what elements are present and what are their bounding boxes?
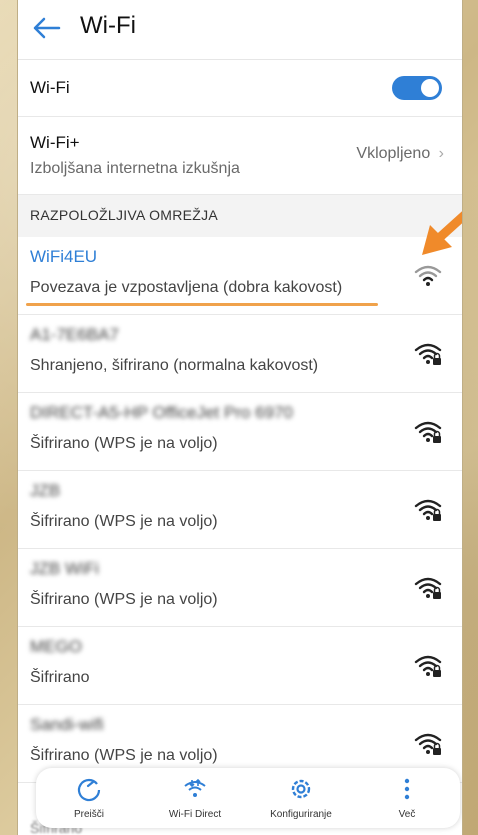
- wifi-toggle[interactable]: [392, 76, 442, 100]
- wifi-locked-icon: [414, 419, 442, 445]
- network-item[interactable]: DIRECT-A5-HP OfficeJet Pro 6970 Šifrirano…: [18, 393, 462, 471]
- refresh-icon: [75, 776, 103, 807]
- network-ssid: A1-7E6BA7: [30, 325, 119, 344]
- network-ssid: WiFi4EU: [30, 247, 98, 266]
- network-status: Shranjeno, šifrirano (normalna kakovost): [30, 357, 319, 374]
- bottom-action-label: Preišči: [73, 809, 104, 820]
- wifi-locked-icon: [414, 731, 442, 757]
- app-bar: Wi-Fi: [18, 0, 462, 60]
- section-title: RAZPOLOŽLJIVA OMREŽJA: [30, 207, 219, 223]
- network-status: Šifrirano (WPS je na voljo): [30, 513, 218, 530]
- wifi-locked-icon: [414, 653, 442, 679]
- more-vertical-icon: [393, 776, 421, 807]
- highlight-underline: [26, 303, 378, 306]
- wifi-locked-icon: [414, 575, 442, 601]
- wifi-plus-subtitle: Izboljšana internetna izkušnja: [30, 160, 240, 177]
- bottom-action-label: Več: [398, 809, 416, 820]
- wifi-plus-row[interactable]: Wi-Fi+ Izboljšana internetna izkušnja Vk…: [18, 117, 462, 195]
- network-item[interactable]: JZB Šifrirano (WPS je na voljo): [18, 471, 462, 549]
- bottom-action-label: Konfiguriranje: [270, 809, 332, 820]
- wifi-plus-status: Vklopljeno: [356, 145, 431, 162]
- wifi-label: Wi-Fi: [30, 78, 70, 97]
- network-ssid: JZB: [30, 481, 61, 500]
- available-networks-header: RAZPOLOŽLJIVA OMREŽJA: [18, 195, 462, 237]
- network-ssid: MEGO: [30, 637, 82, 656]
- network-item[interactable]: A1-7E6BA7 Shranjeno, šifrirano (normalna …: [18, 315, 462, 393]
- bottom-action-bar: Preišči Wi-Fi Direct Konfiguriranje Več: [36, 768, 460, 828]
- bottom-action-wifi-direct[interactable]: Wi-Fi Direct: [150, 776, 240, 820]
- network-ssid: DIRECT-A5-HP OfficeJet Pro 6970: [30, 403, 293, 422]
- network-item[interactable]: MEGO Šifrirano: [18, 627, 462, 705]
- network-item[interactable]: WiFi4EU Povezava je vzpostavljena (dobra …: [18, 237, 462, 315]
- phone-screen: Wi-Fi Wi-Fi Wi-Fi+ Izboljšana internetna…: [17, 0, 463, 835]
- bottom-action-refresh[interactable]: Preišči: [44, 776, 134, 820]
- gear-icon: [287, 776, 315, 807]
- network-status: Šifrirano (WPS je na voljo): [30, 591, 218, 608]
- back-button[interactable]: [28, 10, 64, 46]
- network-status: Povezava je vzpostavljena (dobra kakovos…: [30, 279, 343, 296]
- bottom-action-label: Wi-Fi Direct: [168, 809, 222, 820]
- network-item[interactable]: JZB WiFi Šifrirano (WPS je na voljo): [18, 549, 462, 627]
- annotation-arrow-icon: [422, 211, 462, 255]
- network-ssid: Sandi-wifi: [30, 715, 104, 734]
- network-status: Šifrirano (WPS je na voljo): [30, 747, 218, 764]
- network-status: Šifrirano (WPS je na voljo): [30, 435, 218, 452]
- page-title: Wi-Fi: [80, 12, 136, 39]
- network-status: Šifrirano: [30, 669, 90, 686]
- wifi-locked-icon: [414, 341, 442, 367]
- back-arrow-icon: [33, 17, 61, 39]
- network-ssid: JZB WiFi: [30, 559, 99, 578]
- wifi-plus-value: Vklopljeno ›: [356, 145, 444, 163]
- wifi-toggle-row[interactable]: Wi-Fi: [18, 60, 462, 117]
- toggle-knob: [421, 79, 439, 97]
- bottom-action-gear[interactable]: Konfiguriranje: [256, 776, 346, 820]
- wifi-plus-label: Wi-Fi+: [30, 133, 80, 152]
- wifi-direct-icon: [181, 776, 209, 807]
- wifi-locked-icon: [414, 497, 442, 523]
- chevron-right-icon: ›: [438, 145, 444, 162]
- bottom-action-more-vertical[interactable]: Več: [362, 776, 452, 820]
